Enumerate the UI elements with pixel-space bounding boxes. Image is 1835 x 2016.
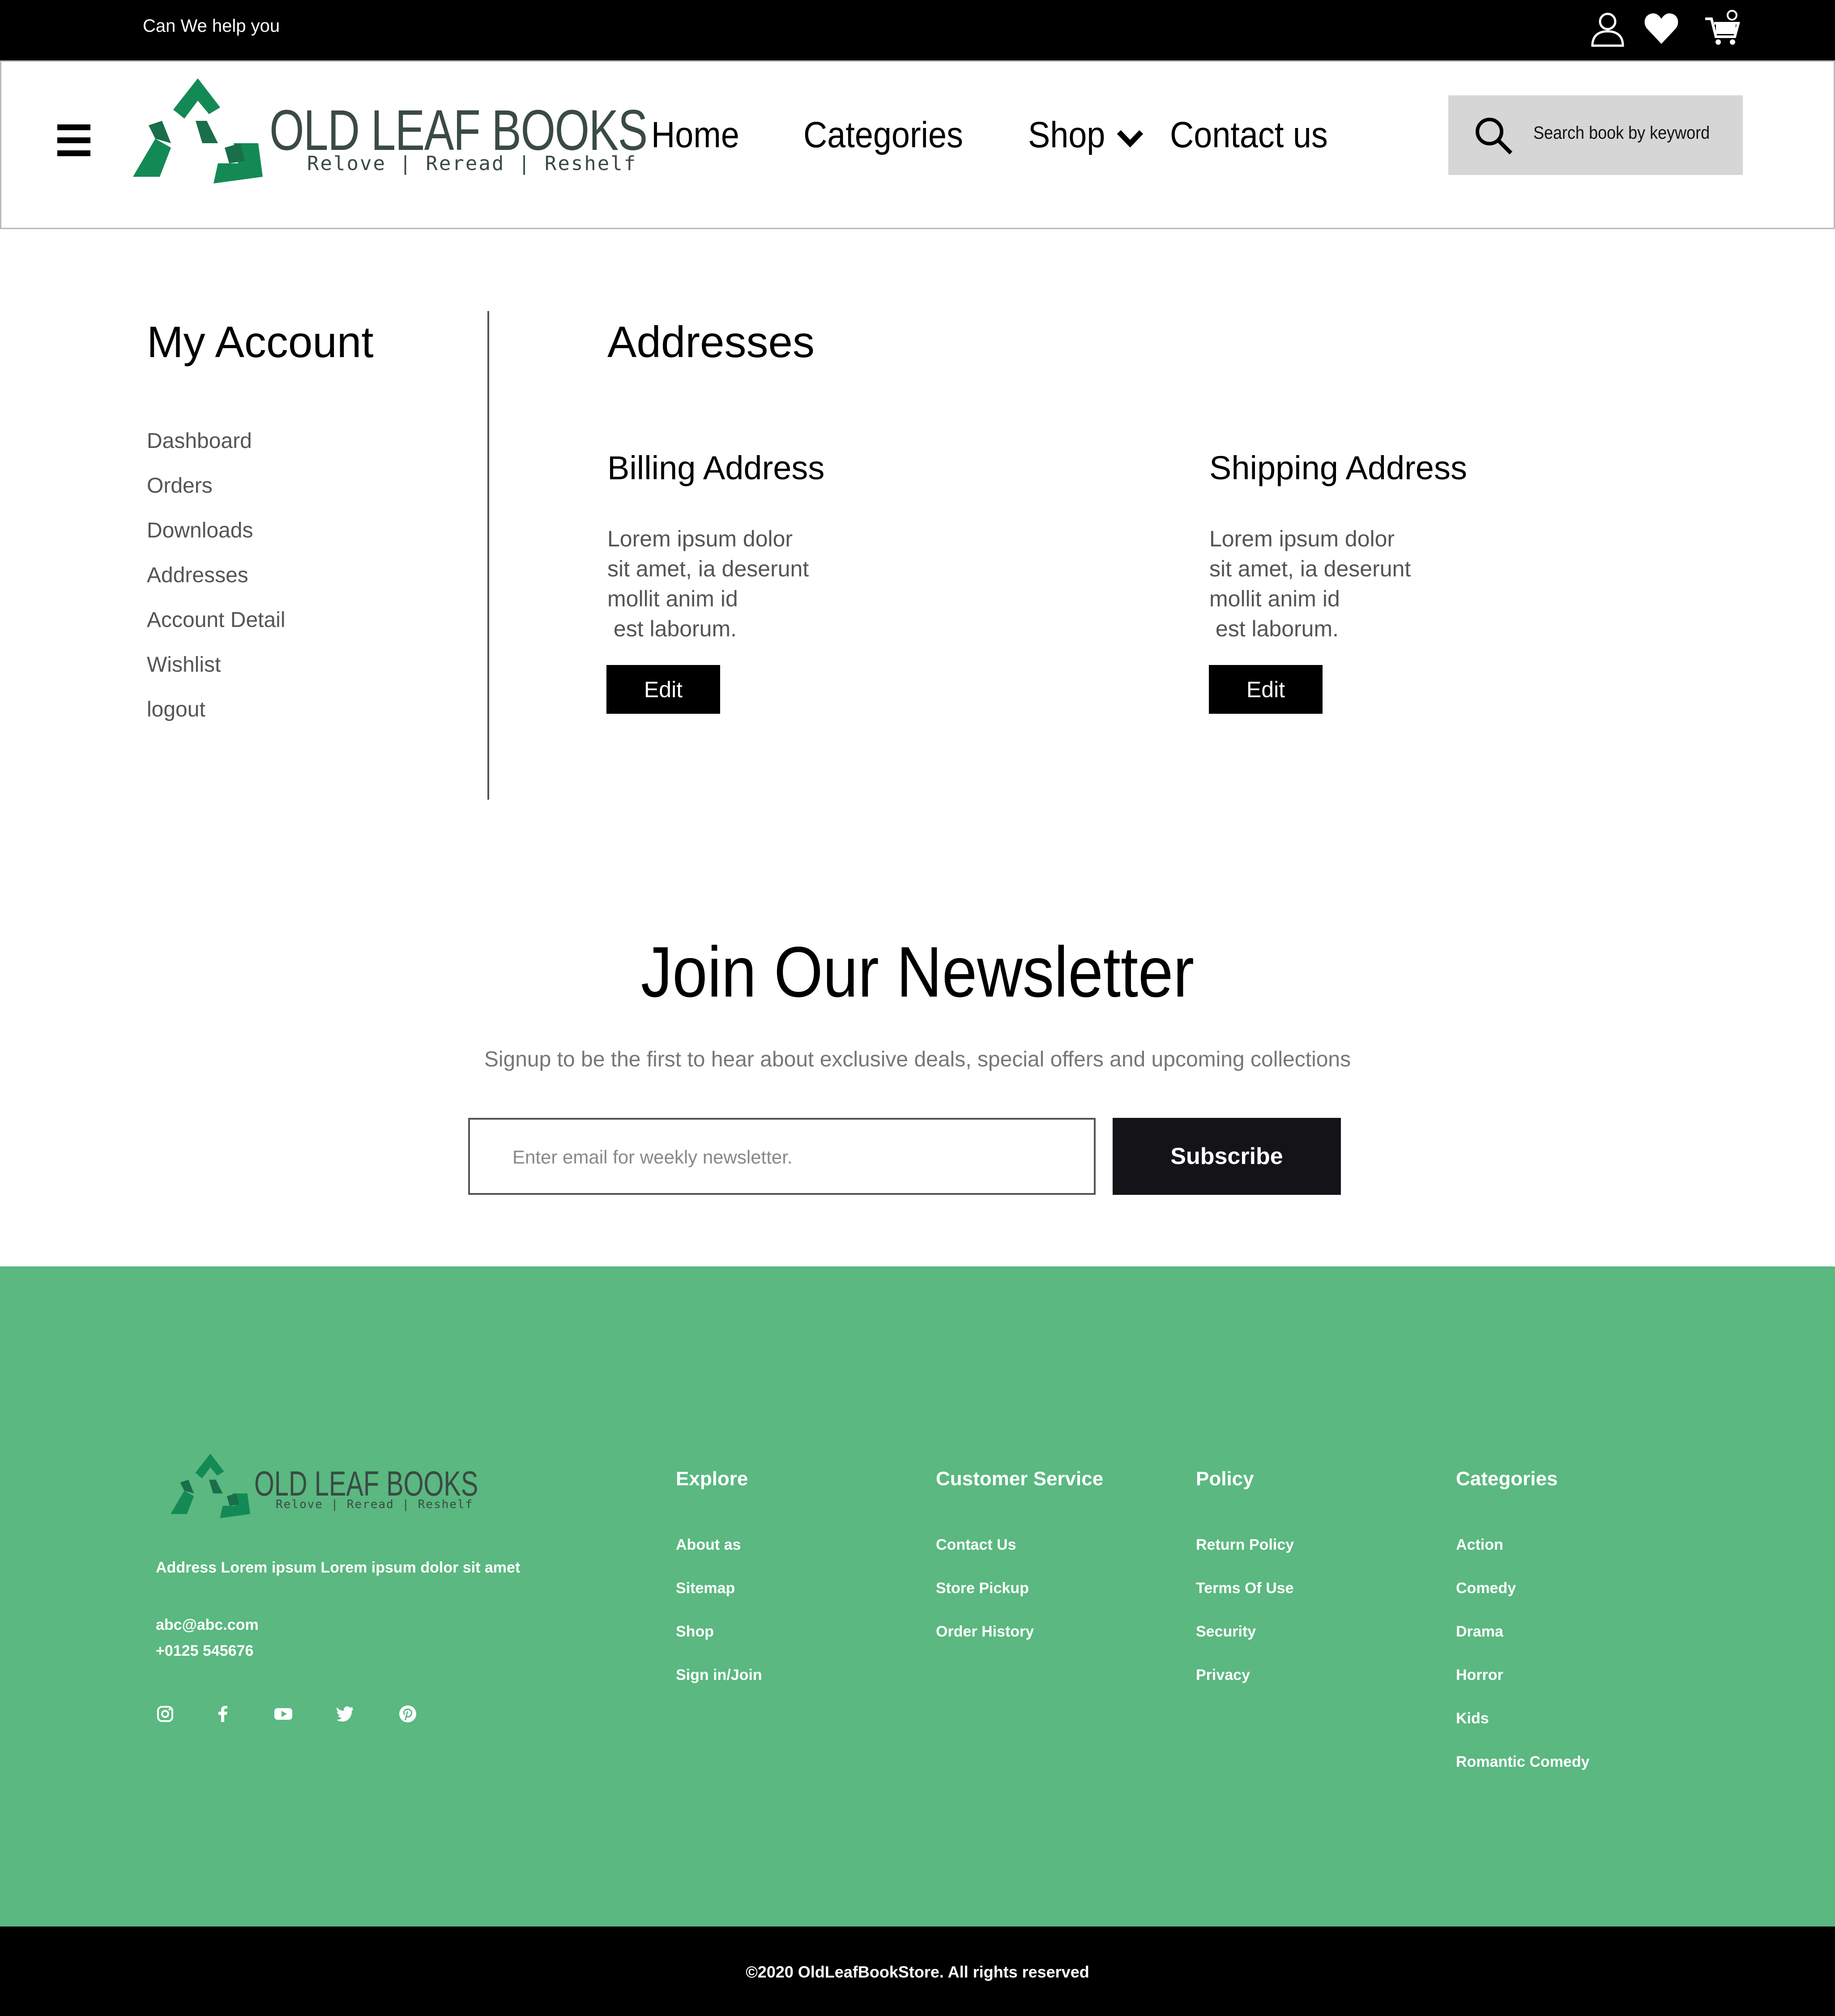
- footer-col-title-policy: Policy: [1196, 1468, 1254, 1490]
- footer-link[interactable]: Terms Of Use: [1196, 1580, 1294, 1597]
- footer-link[interactable]: Security: [1196, 1623, 1256, 1641]
- shipping-line: Lorem ipsum dolor: [1209, 526, 1395, 551]
- user-icon[interactable]: [1589, 10, 1626, 47]
- sidebar-item-addresses[interactable]: Addresses: [147, 563, 248, 588]
- subscribe-button[interactable]: Subscribe: [1113, 1118, 1341, 1195]
- newsletter-subtitle: Signup to be the first to hear about exc…: [484, 1048, 1351, 1071]
- footer-link[interactable]: Order History: [936, 1623, 1034, 1641]
- billing-line: est laborum.: [607, 616, 737, 641]
- billing-line: Lorem ipsum dolor: [607, 526, 793, 551]
- newsletter-title: Join Our Newsletter: [640, 932, 1195, 1012]
- footer-logo-icon[interactable]: [168, 1452, 253, 1524]
- footer-link[interactable]: Shop: [676, 1623, 714, 1641]
- cart-icon[interactable]: [1703, 10, 1741, 47]
- billing-title: Billing Address: [607, 449, 825, 486]
- divider: [487, 311, 489, 800]
- shipping-line: est laborum.: [1209, 616, 1339, 641]
- addresses-title: Addresses: [607, 317, 815, 367]
- sidebar-item-logout[interactable]: logout: [147, 697, 205, 722]
- footer-link[interactable]: Contact Us: [936, 1536, 1016, 1554]
- billing-edit-button[interactable]: Edit: [606, 665, 720, 714]
- brand-tagline: Relove | Reread | Reshelf: [307, 152, 637, 175]
- search-input[interactable]: Search book by keyword: [1533, 123, 1710, 143]
- shipping-edit-button[interactable]: Edit: [1209, 665, 1323, 714]
- sidebar-item-dashboard[interactable]: Dashboard: [147, 429, 252, 453]
- menu-icon[interactable]: [57, 124, 90, 163]
- pinterest-icon[interactable]: [398, 1704, 418, 1724]
- footer-link[interactable]: Action: [1456, 1536, 1503, 1554]
- sidebar-item-downloads[interactable]: Downloads: [147, 518, 253, 543]
- footer-link[interactable]: Return Policy: [1196, 1536, 1294, 1554]
- footer-link[interactable]: About as: [676, 1536, 741, 1554]
- shipping-title: Shipping Address: [1209, 449, 1467, 486]
- footer-col-title-explore: Explore: [676, 1468, 748, 1490]
- account-title: My Account: [147, 317, 374, 367]
- newsletter-email-placeholder[interactable]: Enter email for weekly newsletter.: [512, 1147, 793, 1168]
- billing-line: sit amet, ia deserunt: [607, 556, 809, 581]
- shipping-line: mollit anim id: [1209, 586, 1340, 611]
- twitter-icon[interactable]: [336, 1704, 355, 1724]
- billing-line: mollit anim id: [607, 586, 738, 611]
- nav-home[interactable]: Home: [651, 114, 739, 156]
- sidebar-item-wishlist[interactable]: Wishlist: [147, 652, 221, 677]
- nav-categories[interactable]: Categories: [803, 114, 963, 156]
- footer-link[interactable]: Romantic Comedy: [1456, 1753, 1590, 1771]
- instagram-icon[interactable]: [155, 1704, 175, 1724]
- footer-brand-tagline: Relove | Reread | Reshelf: [276, 1498, 474, 1511]
- footer-address: Address Lorem ipsum Lorem ipsum dolor si…: [156, 1559, 521, 1576]
- facebook-icon[interactable]: [213, 1704, 233, 1724]
- youtube-icon[interactable]: [273, 1704, 293, 1724]
- help-link[interactable]: Can We help you: [143, 16, 280, 36]
- nav-shop[interactable]: Shop: [1028, 114, 1105, 156]
- footer-link[interactable]: Store Pickup: [936, 1580, 1029, 1597]
- chevron-down-icon[interactable]: [1114, 127, 1146, 149]
- footer-col-title-categories: Categories: [1456, 1468, 1558, 1490]
- footer: [0, 1266, 1835, 1926]
- recycle-logo-icon[interactable]: [128, 76, 267, 192]
- footer-phone[interactable]: +0125 545676: [156, 1642, 253, 1660]
- footer-link[interactable]: Comedy: [1456, 1580, 1516, 1597]
- nav-contact[interactable]: Contact us: [1170, 114, 1328, 156]
- footer-email[interactable]: abc@abc.com: [156, 1616, 259, 1634]
- footer-link[interactable]: Sitemap: [676, 1580, 735, 1597]
- footer-link[interactable]: Horror: [1456, 1667, 1503, 1684]
- footer-link[interactable]: Sign in/Join: [676, 1667, 762, 1684]
- copyright-text: ©2020 OldLeafBookStore. All rights reser…: [746, 1963, 1089, 1981]
- footer-link[interactable]: Kids: [1456, 1710, 1489, 1727]
- search-icon[interactable]: [1473, 115, 1514, 156]
- footer-link[interactable]: Privacy: [1196, 1667, 1250, 1684]
- footer-link[interactable]: Drama: [1456, 1623, 1503, 1641]
- shipping-line: sit amet, ia deserunt: [1209, 556, 1411, 581]
- sidebar-item-orders[interactable]: Orders: [147, 473, 213, 498]
- heart-icon[interactable]: [1643, 10, 1680, 47]
- footer-col-title-customer-service: Customer Service: [936, 1468, 1104, 1490]
- sidebar-item-account-detail[interactable]: Account Detail: [147, 608, 286, 632]
